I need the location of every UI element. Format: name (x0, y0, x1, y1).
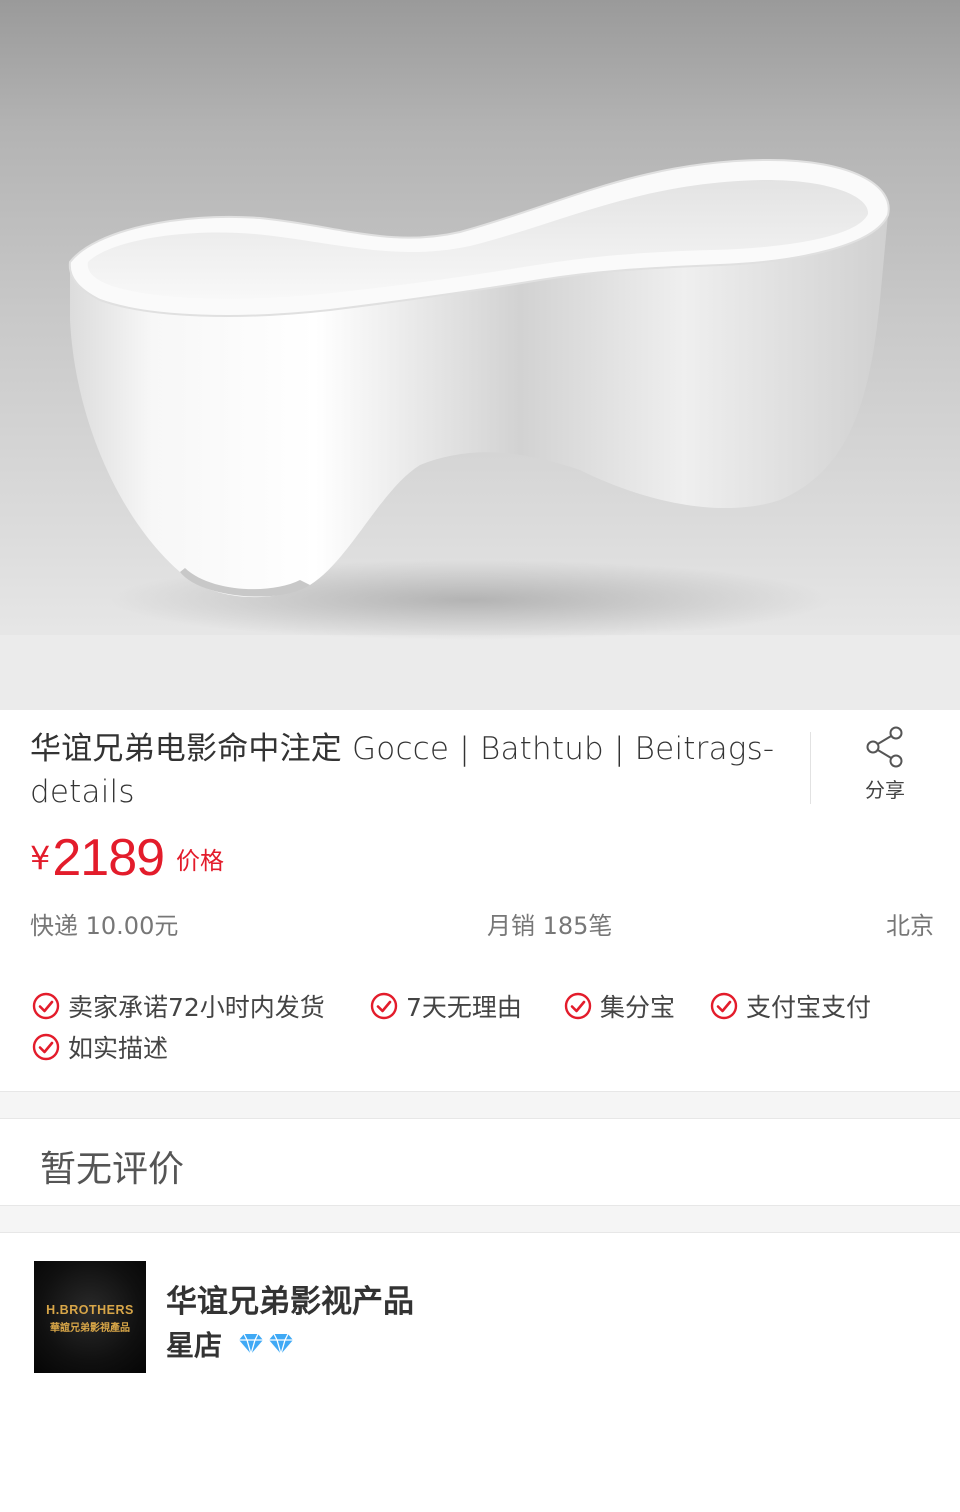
check-circle-icon (564, 992, 592, 1020)
section-separator (0, 1205, 960, 1233)
guarantee-item[interactable]: 如实描述 (32, 1029, 168, 1065)
share-icon (866, 726, 903, 768)
share-label: 分享 (865, 778, 905, 802)
diamond-icon (239, 1333, 264, 1355)
shipping-fee: 快递 10.00元 (30, 912, 179, 940)
guarantee-item[interactable]: 支付宝支付 (710, 988, 871, 1024)
ship-location: 北京 (886, 912, 934, 940)
guarantee-label: 卖家承诺72小时内发货 (68, 993, 325, 1022)
price-label: 价格 (176, 847, 225, 875)
share-button[interactable]: 分享 (840, 724, 930, 814)
guarantee-item[interactable]: 集分宝 (564, 988, 675, 1024)
check-circle-icon (32, 992, 60, 1020)
price: ¥2189 价格 (30, 828, 224, 888)
reviews-empty[interactable]: 暂无评价 (40, 1140, 184, 1192)
shop-logo-subtext: 華誼兄弟影視產品 (50, 1323, 130, 1334)
price-amount: 2189 (52, 829, 165, 887)
guarantee-label: 集分宝 (600, 993, 676, 1022)
check-circle-icon (710, 992, 738, 1020)
price-currency: ¥ (30, 839, 51, 877)
guarantee-label: 支付宝支付 (746, 993, 872, 1022)
guarantee-item[interactable]: 卖家承诺72小时内发货 (32, 988, 325, 1024)
shop-logo[interactable]: H.BROTHERS 華誼兄弟影視產品 (34, 1261, 146, 1373)
title-divider (810, 732, 811, 804)
section-separator (0, 1091, 960, 1119)
guarantee-label: 7天无理由 (406, 993, 522, 1022)
shop-rating-diamonds (238, 1333, 294, 1355)
diamond-icon (269, 1333, 294, 1355)
shop-tier-label: 星店 (166, 1329, 223, 1362)
check-circle-icon (32, 1033, 60, 1061)
guarantee-item[interactable]: 7天无理由 (370, 988, 522, 1024)
monthly-sales: 月销 185笔 (487, 912, 613, 940)
shop-name[interactable]: 华谊兄弟影视产品 (166, 1276, 414, 1321)
product-image[interactable] (0, 0, 960, 710)
check-circle-icon (370, 992, 398, 1020)
guarantee-label: 如实描述 (68, 1034, 169, 1063)
shop-logo-text: H.BROTHERS (46, 1303, 134, 1317)
bathtub-illustration (0, 158, 960, 710)
product-title: 华谊兄弟电影命中注定 Gocce | Bathtub | Beitrags-de… (30, 731, 775, 810)
shop-tier: 星店 (166, 1324, 294, 1364)
